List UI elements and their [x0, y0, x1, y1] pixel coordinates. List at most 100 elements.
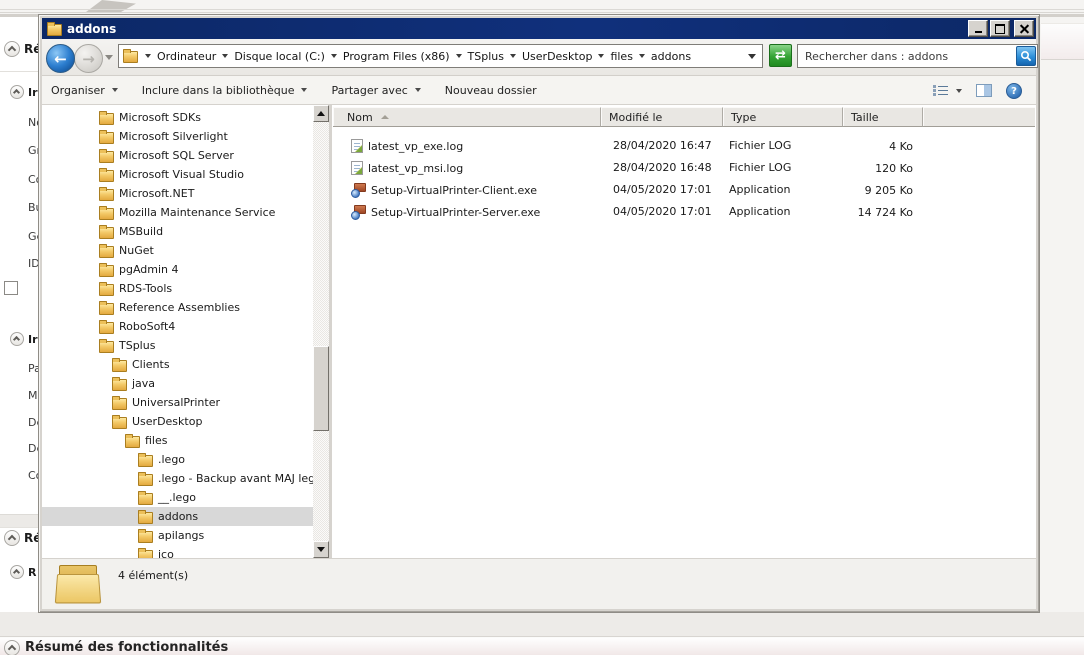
tree-item-microsoft-sql-server[interactable]: Microsoft SQL Server [42, 146, 313, 165]
folder-icon [99, 322, 114, 334]
file-row-setup-virtualprinter-server-exe[interactable]: Setup-VirtualPrinter-Server.exe04/05/202… [333, 201, 1035, 223]
tree-item-microsoft-net[interactable]: Microsoft.NET [42, 184, 313, 203]
tree-item-files[interactable]: files [42, 431, 313, 450]
background-fragment-text: Ge [28, 230, 38, 243]
tree-item-microsoft-sdks[interactable]: Microsoft SDKs [42, 108, 313, 127]
organize-menu[interactable]: Organiser [51, 84, 118, 97]
background-section-header: Rés [4, 41, 38, 57]
tree-item-lego[interactable]: __.lego [42, 488, 313, 507]
chevron-up-icon[interactable] [4, 640, 20, 655]
tree-item-reference-assemblies[interactable]: Reference Assemblies [42, 298, 313, 317]
chevron-up-icon[interactable] [4, 41, 20, 57]
chevron-up-icon[interactable] [10, 85, 24, 99]
file-name: latest_vp_msi.log [368, 162, 463, 175]
close-button[interactable] [1014, 20, 1034, 37]
column-header-label: Modifié le [609, 111, 662, 124]
tree-item-addons[interactable]: addons [42, 507, 313, 526]
background-3d-shape [86, 0, 136, 12]
tree-item-label: TSplus [119, 339, 155, 352]
preview-pane-button[interactable] [976, 84, 992, 97]
folder-icon [138, 531, 153, 543]
maximize-button[interactable] [990, 20, 1010, 37]
tree-item-label: __.lego [158, 491, 196, 504]
background-field-label: De [28, 442, 38, 455]
tree-scrollbar[interactable] [313, 105, 329, 558]
column-header-type[interactable]: Type [723, 107, 843, 127]
tree-item-label: Microsoft Visual Studio [119, 168, 244, 181]
address-dropdown-icon[interactable] [748, 54, 756, 59]
tree-item-label: Mozilla Maintenance Service [119, 206, 275, 219]
refresh-button[interactable]: ⇄ [769, 44, 792, 67]
background-checkbox[interactable] [4, 281, 18, 295]
views-button[interactable] [933, 84, 962, 97]
file-size-cell: 120 Ko [843, 162, 923, 175]
tree-item-msbuild[interactable]: MSBuild [42, 222, 313, 241]
tree-item-rds-tools[interactable]: RDS-Tools [42, 279, 313, 298]
breadcrumb-separator-icon [145, 54, 151, 58]
chevron-up-icon[interactable] [4, 530, 20, 546]
tree-item-lego-backup-avant-maj-lego-ex[interactable]: .lego - Backup avant MAJ lego ex [42, 469, 313, 488]
tree-item-lego[interactable]: .lego [42, 450, 313, 469]
background-field-label: Pa [28, 362, 38, 375]
tree-item-java[interactable]: java [42, 374, 313, 393]
tree-item-clients[interactable]: Clients [42, 355, 313, 374]
tree-item-label: RDS-Tools [119, 282, 172, 295]
column-header-empty[interactable] [923, 107, 1035, 127]
background-field-label: Co [28, 173, 38, 186]
minimize-button[interactable] [968, 20, 988, 37]
breadcrumb-segment-userdesktop[interactable]: UserDesktop [521, 50, 593, 63]
folder-icon [125, 436, 140, 448]
breadcrumb-segment-ordinateur[interactable]: Ordinateur [156, 50, 217, 63]
tree-item-universalprinter[interactable]: UniversalPrinter [42, 393, 313, 412]
file-row-latest-vp-exe-log[interactable]: latest_vp_exe.log28/04/2020 16:47Fichier… [333, 135, 1035, 157]
tree-item-ico[interactable]: ico [42, 545, 313, 558]
scroll-down-button[interactable] [313, 541, 329, 558]
window-title: addons [67, 22, 968, 36]
column-header-modifi-le[interactable]: Modifié le [601, 107, 723, 127]
include-in-library-menu[interactable]: Inclure dans la bibliothèque [142, 84, 308, 97]
tree-item-label: Microsoft.NET [119, 187, 194, 200]
breadcrumb-segment-disque-local-c[interactable]: Disque local (C:) [233, 50, 326, 63]
tree-item-microsoft-visual-studio[interactable]: Microsoft Visual Studio [42, 165, 313, 184]
tree-item-microsoft-silverlight[interactable]: Microsoft Silverlight [42, 127, 313, 146]
tree-item-robosoft4[interactable]: RoboSoft4 [42, 317, 313, 336]
tree-item-tsplus[interactable]: TSplus [42, 336, 313, 355]
file-name: Setup-VirtualPrinter-Client.exe [371, 184, 537, 197]
chevron-down-icon [301, 88, 307, 92]
file-type-cell: Application [723, 179, 843, 201]
forward-button[interactable]: → [74, 44, 103, 73]
tree-item-userdesktop[interactable]: UserDesktop [42, 412, 313, 431]
tree-item-nuget[interactable]: NuGet [42, 241, 313, 260]
new-folder-button[interactable]: Nouveau dossier [445, 84, 537, 97]
address-bar[interactable]: Ordinateur Disque local (C:) Program Files… [118, 44, 763, 68]
breadcrumb-segment-files[interactable]: files [609, 50, 633, 63]
breadcrumb-segment-addons[interactable]: addons [650, 50, 692, 63]
recent-pages-dropdown-icon[interactable] [105, 55, 113, 60]
scrollbar-thumb[interactable] [313, 346, 329, 431]
menu-label: Organiser [51, 84, 105, 97]
chevron-up-icon[interactable] [10, 332, 24, 346]
help-button[interactable]: ? [1006, 83, 1022, 99]
back-button[interactable]: ← [46, 44, 75, 73]
breadcrumb-segment-program-files-x86[interactable]: Program Files (x86) [342, 50, 451, 63]
title-bar[interactable]: addons [42, 18, 1036, 39]
search-button[interactable] [1016, 46, 1036, 66]
file-row-latest-vp-msi-log[interactable]: latest_vp_msi.log28/04/2020 16:48Fichier… [333, 157, 1035, 179]
search-box[interactable]: Rechercher dans : addons [797, 44, 1038, 68]
column-header-nom[interactable]: Nom [333, 107, 601, 127]
address-folder-icon [123, 51, 138, 63]
tree-item-label: addons [158, 510, 198, 523]
scroll-up-button[interactable] [313, 105, 329, 122]
file-row-setup-virtualprinter-client-exe[interactable]: Setup-VirtualPrinter-Client.exe04/05/202… [333, 179, 1035, 201]
tree-item-apilangs[interactable]: apilangs [42, 526, 313, 545]
chevron-up-icon[interactable] [10, 565, 24, 579]
background-fragment-text: No [28, 116, 38, 129]
background-divider [0, 12, 1084, 13]
tree-item-pgadmin-4[interactable]: pgAdmin 4 [42, 260, 313, 279]
menu-label: Inclure dans la bibliothèque [142, 84, 295, 97]
share-with-menu[interactable]: Partager avec [331, 84, 420, 97]
breadcrumb-segment-tsplus[interactable]: TSplus [467, 50, 505, 63]
column-header-taille[interactable]: Taille [843, 107, 923, 127]
navigation-bar: ← → Ordinateur Disque local (C:) Program F… [42, 39, 1036, 76]
tree-item-mozilla-maintenance-service[interactable]: Mozilla Maintenance Service [42, 203, 313, 222]
